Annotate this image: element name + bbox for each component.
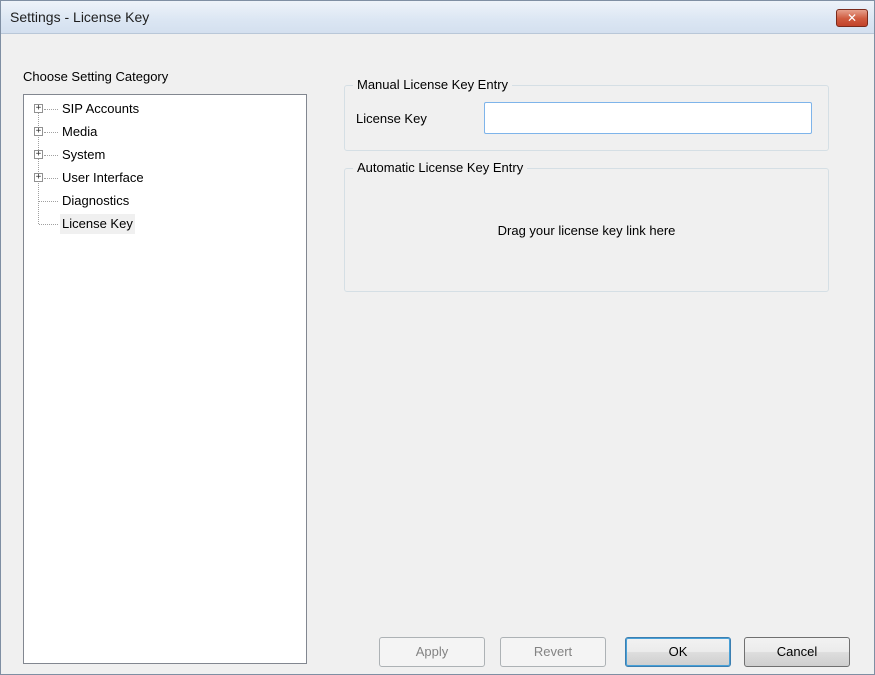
ok-button[interactable]: OK: [625, 637, 731, 667]
tree-item-label: License Key: [60, 214, 135, 234]
expand-icon[interactable]: +: [34, 127, 43, 136]
tree-branch-line: [39, 224, 58, 225]
tree-item-label: Diagnostics: [62, 193, 130, 208]
tree-branch-line: [44, 155, 58, 156]
tree-item-diagnostics[interactable]: Diagnostics: [24, 191, 224, 211]
tree-item-label: SIP Accounts: [62, 101, 140, 116]
license-key-label: License Key: [356, 111, 427, 126]
apply-button[interactable]: Apply: [379, 637, 485, 667]
close-button[interactable]: ✕: [836, 9, 868, 27]
tree-item-label: Media: [62, 124, 98, 139]
cancel-button[interactable]: Cancel: [744, 637, 850, 667]
expand-icon[interactable]: +: [34, 150, 43, 159]
category-tree[interactable]: + SIP Accounts + Media + System + User I…: [23, 94, 307, 664]
revert-button[interactable]: Revert: [500, 637, 606, 667]
tree-item-label: User Interface: [62, 170, 144, 185]
tree-item-user-interface[interactable]: + User Interface: [24, 168, 224, 188]
drop-zone-hint: Drag your license key link here: [497, 223, 676, 238]
tree-branch-line: [44, 132, 58, 133]
tree-branch-line: [39, 201, 58, 202]
category-heading: Choose Setting Category: [23, 69, 169, 84]
tree-branch-line: [44, 109, 58, 110]
automatic-entry-legend: Automatic License Key Entry: [353, 160, 528, 175]
expand-icon[interactable]: +: [34, 173, 43, 182]
tree-item-label: System: [62, 147, 106, 162]
window-title: Settings - License Key: [10, 9, 150, 25]
title-bar: Settings - License Key ✕: [1, 1, 874, 34]
license-key-input[interactable]: [484, 102, 812, 134]
tree-item-media[interactable]: + Media: [24, 122, 224, 142]
tree-item-license-key[interactable]: License Key: [24, 214, 224, 234]
tree-branch-line: [44, 178, 58, 179]
manual-entry-legend: Manual License Key Entry: [353, 77, 513, 92]
tree-item-system[interactable]: + System: [24, 145, 224, 165]
tree-item-sip-accounts[interactable]: + SIP Accounts: [24, 99, 224, 119]
expand-icon[interactable]: +: [34, 104, 43, 113]
close-icon: ✕: [846, 11, 858, 25]
settings-dialog: Settings - License Key ✕ Choose Setting …: [0, 0, 875, 675]
